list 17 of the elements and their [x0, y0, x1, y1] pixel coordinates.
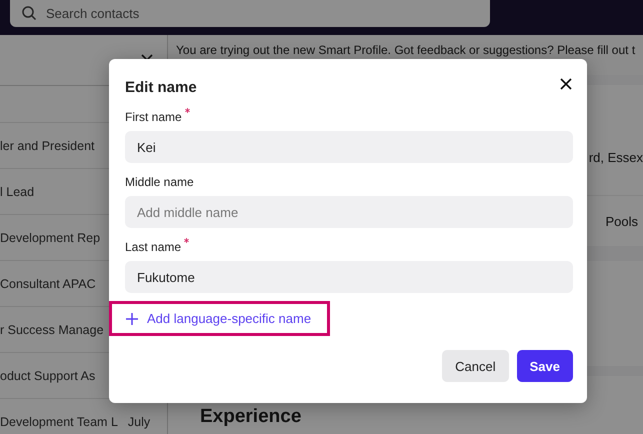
section-title: Experience	[200, 406, 302, 427]
date-text: July	[128, 414, 150, 428]
dialog-title: Edit name	[125, 79, 197, 96]
cancel-button[interactable]: Cancel	[442, 350, 509, 382]
tab[interactable]: Pools	[605, 214, 638, 228]
close-icon[interactable]	[560, 78, 572, 90]
banner-text: You are trying out the new Smart Profile. Got feedback or suggestions? Please fill out t	[176, 43, 636, 57]
field-label: First name	[125, 110, 182, 124]
location-text: rd, Essex	[588, 150, 643, 165]
input-field[interactable]: Add middle name	[125, 196, 573, 228]
save-button[interactable]: Save	[516, 350, 573, 382]
input-field[interactable]: Fukutome	[125, 261, 573, 293]
input-field[interactable]: Kei	[125, 131, 573, 163]
plus-icon	[126, 312, 138, 324]
add-link[interactable]: Add language-specific name	[109, 301, 330, 336]
search-field[interactable]: Search contacts	[10, 0, 490, 27]
search-icon	[21, 5, 37, 21]
